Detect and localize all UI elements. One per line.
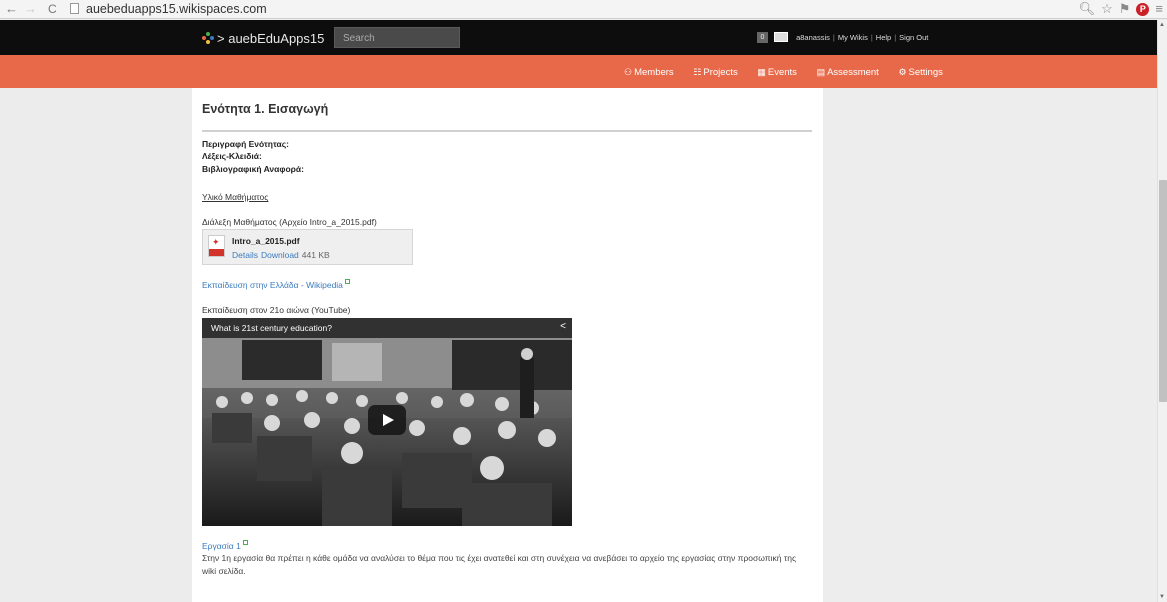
nav-assessment-label: Assessment [827, 67, 879, 78]
nav-events-label: Events [767, 67, 797, 78]
assignment-link[interactable]: Εργασία 1 [202, 540, 248, 551]
assignment-link-text[interactable]: Εργασία 1 [202, 541, 241, 551]
pdf-icon[interactable] [208, 235, 225, 257]
search-box[interactable] [334, 27, 460, 48]
search-input[interactable] [335, 29, 459, 48]
play-button[interactable] [368, 405, 406, 435]
file-attachment: Intro_a_2015.pdf DetailsDownload441 KB [202, 229, 413, 265]
meta-keywords: Λέξεις-Κλειδιά: [202, 151, 262, 161]
file-name[interactable]: Intro_a_2015.pdf [232, 236, 300, 246]
logo-icon [202, 32, 214, 44]
events-icon: ▦ [757, 67, 766, 77]
url-text[interactable]: auebeduapps15.wikispaces.com [86, 1, 267, 17]
bookmark-star-icon[interactable]: ☆ [1101, 1, 1113, 16]
wiki-link-text[interactable]: Εκπαίδευση στην Ελλάδα - Wikipedia [202, 280, 343, 290]
page-content: Ενότητα 1. Εισαγωγή Περιγραφή Ενότητας: … [192, 88, 823, 602]
file-details-link[interactable]: Details [232, 250, 258, 260]
members-icon: ⚇ [624, 67, 633, 77]
external-link-icon [242, 540, 248, 545]
page-scrollbar[interactable]: ▲ ▼ [1157, 20, 1167, 602]
nav-events[interactable]: ▦ Events [757, 66, 797, 79]
nav-projects[interactable]: ☷ Projects [693, 66, 737, 79]
wiki-link[interactable]: Εκπαίδευση στην Ελλάδα - Wikipedia [202, 279, 350, 290]
projects-icon: ☷ [693, 67, 702, 77]
browser-actions: 🔍︎ ☆ ⚑ P ≡ [1073, 1, 1163, 17]
file-download-link[interactable]: Download [261, 250, 299, 260]
meta-bibliography: Βιβλιογραφική Αναφορά: [202, 164, 304, 174]
zoom-icon[interactable]: 🔍︎ [1079, 1, 1096, 16]
browser-toolbar: ← → C auebeduapps15.wikispaces.com 🔍︎ ☆ ⚑ P… [0, 0, 1167, 19]
share-icon[interactable]: < [560, 321, 566, 332]
page-icon [70, 3, 79, 14]
username-link[interactable]: a8anassis [796, 33, 830, 42]
nav-settings-label: Settings [908, 67, 943, 78]
right-sidebar [823, 88, 1157, 602]
video-caption: Εκπαίδευση στον 21ο αιώνα (YouTube) [202, 305, 351, 315]
assignment-description: Στην 1η εργασία θα πρέπει η κάθε ομάδα ν… [202, 553, 797, 576]
scroll-thumb[interactable] [1159, 180, 1167, 402]
lecture-caption: Διάλεξη Μαθήματος (Αρχείο Intro_a_2015.p… [202, 217, 377, 227]
site-title[interactable]: > auebEduApps15 [217, 31, 324, 46]
title-divider [202, 130, 812, 132]
back-icon[interactable]: ← [5, 1, 18, 17]
extension-icon[interactable]: ⚑ [1119, 1, 1131, 16]
nav-members-label: Members [634, 67, 674, 78]
video-titlebar: What is 21st century education? < [202, 318, 572, 338]
scroll-down-icon[interactable]: ▼ [1159, 594, 1165, 600]
nav-members[interactable]: ⚇ Members [624, 66, 674, 79]
main-nav: ⚇ Members ☷ Projects ▦ Events ▤ Assessment ⚙… [0, 55, 1167, 88]
sign-out-link[interactable]: Sign Out [899, 33, 928, 42]
menu-icon[interactable]: ≡ [1155, 1, 1163, 16]
site-title-text[interactable]: auebEduApps15 [228, 31, 324, 46]
scroll-up-icon[interactable]: ▲ [1159, 22, 1165, 28]
user-area: 0 a8anassis | My Wikis | Help | Sign Out [757, 32, 928, 43]
reload-icon[interactable]: C [48, 1, 57, 17]
material-link[interactable]: Υλικό Μαθήματος [202, 192, 268, 202]
meta-description: Περιγραφή Ενότητας: [202, 139, 290, 149]
assessment-icon: ▤ [816, 67, 826, 77]
avatar[interactable] [774, 32, 788, 42]
forward-icon[interactable]: → [24, 1, 37, 17]
pinterest-icon[interactable]: P [1136, 3, 1150, 17]
file-size: 441 KB [301, 250, 330, 260]
page-title: Ενότητα 1. Εισαγωγή [202, 102, 329, 116]
video-player[interactable]: What is 21st century education? < [202, 318, 572, 526]
video-title[interactable]: What is 21st century education? [211, 323, 332, 333]
site-header: > auebEduApps15 0 a8anassis|My Wikis|Hel… [0, 20, 1167, 55]
address-bar[interactable]: auebeduapps15.wikispaces.com [68, 1, 1068, 17]
settings-icon: ⚙ [898, 67, 907, 77]
notification-badge[interactable]: 0 [757, 32, 768, 43]
nav-projects-label: Projects [703, 67, 738, 78]
nav-assessment[interactable]: ▤ Assessment [817, 66, 879, 79]
nav-settings[interactable]: ⚙ Settings [898, 66, 942, 79]
external-link-icon [344, 279, 350, 284]
my-wikis-link[interactable]: My Wikis [838, 33, 868, 42]
help-link[interactable]: Help [876, 33, 891, 42]
